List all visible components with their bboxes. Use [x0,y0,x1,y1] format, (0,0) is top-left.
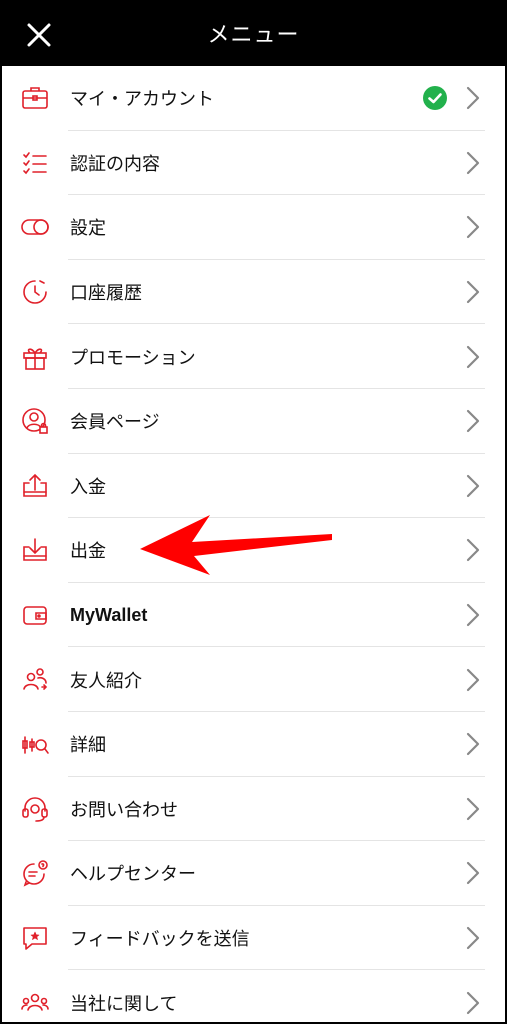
menu-item-label: 詳細 [70,735,106,757]
menu-item-label: 当社に関して [70,993,178,1015]
chevron-right-icon [465,602,481,628]
chevron-right-icon [465,408,481,434]
menu-item-refer-friend[interactable]: 友人紹介 [2,647,505,712]
app-frame: メニュー マイ・アカウント 認証の内容 設定 口座履歴 プロモーション 会員ペー… [0,0,507,1024]
menu-item-mywallet[interactable]: MyWallet [2,583,505,648]
chevron-right-icon [465,990,481,1016]
chevron-right-icon [465,925,481,951]
menu-item-label: プロモーション [70,347,196,369]
menu-list: マイ・アカウント 認証の内容 設定 口座履歴 プロモーション 会員ページ 入金 … [2,66,505,1022]
help-chat-icon [20,858,50,888]
user-lock-icon [20,406,50,436]
menu-item-label: 口座履歴 [70,283,142,305]
chevron-right-icon [465,731,481,757]
menu-item-label: お問い合わせ [70,799,178,821]
toggle-icon [20,212,50,242]
chevron-right-icon [465,667,481,693]
users-icon [20,665,50,695]
menu-item-label: MyWallet [70,604,148,625]
menu-item-label: ヘルプセンター [70,864,196,886]
headset-icon [20,794,50,824]
team-icon [20,988,50,1018]
gift-icon [20,342,50,372]
menu-item-promotions[interactable]: プロモーション [2,324,505,389]
close-icon [27,23,51,47]
wallet-icon [20,600,50,630]
clock-history-icon [20,277,50,307]
menu-item-settings[interactable]: 設定 [2,195,505,260]
menu-item-member-page[interactable]: 会員ページ [2,389,505,454]
menu-item-label: 認証の内容 [70,153,160,175]
withdraw-download-icon [20,535,50,565]
page-title: メニュー [207,23,300,48]
menu-item-withdraw[interactable]: 出金 [2,518,505,583]
deposit-upload-icon [20,471,50,501]
feedback-star-icon [20,923,50,953]
chevron-right-icon [465,860,481,886]
menu-item-contact[interactable]: お問い合わせ [2,777,505,842]
chevron-right-icon [465,85,481,111]
verified-check-icon [423,86,447,111]
chevron-right-icon [465,344,481,370]
chevron-right-icon [465,279,481,305]
menu-header: メニュー [2,0,505,66]
menu-item-label: マイ・アカウント [70,89,214,111]
menu-item-verification[interactable]: 認証の内容 [2,131,505,196]
chevron-right-icon [465,150,481,176]
menu-item-label: 出金 [70,541,106,563]
menu-item-about-us[interactable]: 当社に関して [2,970,505,1022]
menu-item-label: 会員ページ [70,412,160,434]
menu-item-feedback[interactable]: フィードバックを送信 [2,906,505,971]
menu-item-help-center[interactable]: ヘルプセンター [2,841,505,906]
menu-item-account-history[interactable]: 口座履歴 [2,260,505,325]
candlestick-search-icon [20,729,50,759]
chevron-right-icon [465,796,481,822]
menu-item-details[interactable]: 詳細 [2,712,505,777]
menu-item-label: 友人紹介 [70,670,142,692]
chevron-right-icon [465,473,481,499]
menu-item-label: フィードバックを送信 [70,929,250,951]
chevron-right-icon [465,537,481,563]
chevron-right-icon [465,214,481,240]
checklist-icon [20,148,50,178]
briefcase-icon [20,83,50,113]
menu-item-my-account[interactable]: マイ・アカウント [2,66,505,131]
menu-item-label: 入金 [70,476,106,498]
menu-item-deposit[interactable]: 入金 [2,454,505,519]
close-button[interactable] [26,22,52,48]
menu-item-label: 設定 [70,218,106,240]
